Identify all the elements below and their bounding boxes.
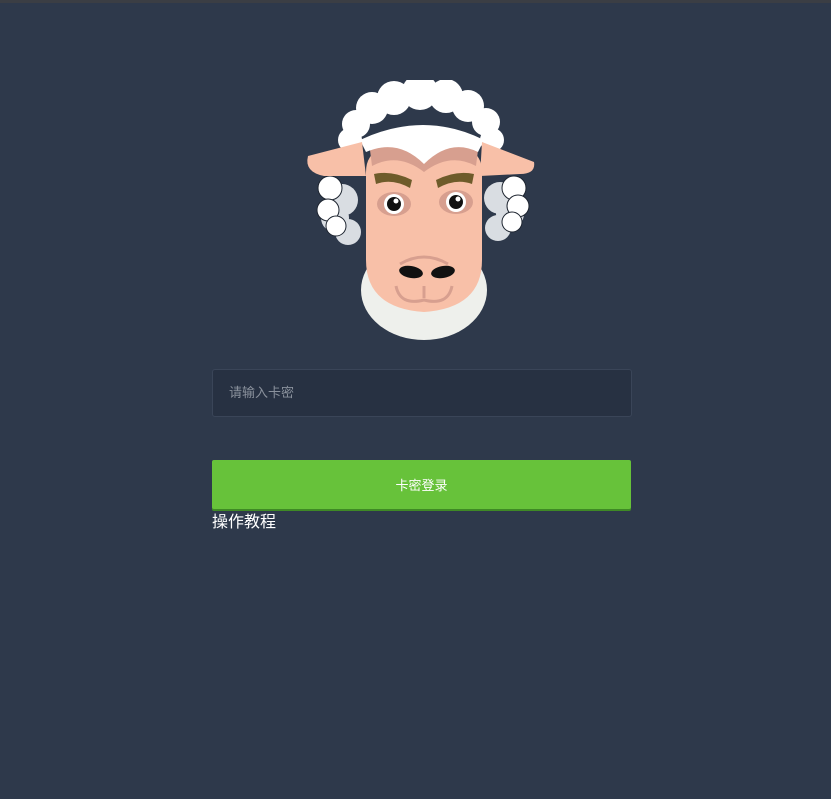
sheep-mascot-icon — [307, 80, 535, 340]
tutorial-link[interactable]: 操作教程 — [212, 511, 276, 533]
top-edge-strip — [0, 0, 831, 3]
card-login-button[interactable]: 卡密登录 — [212, 460, 631, 509]
card-key-input[interactable] — [212, 369, 632, 417]
